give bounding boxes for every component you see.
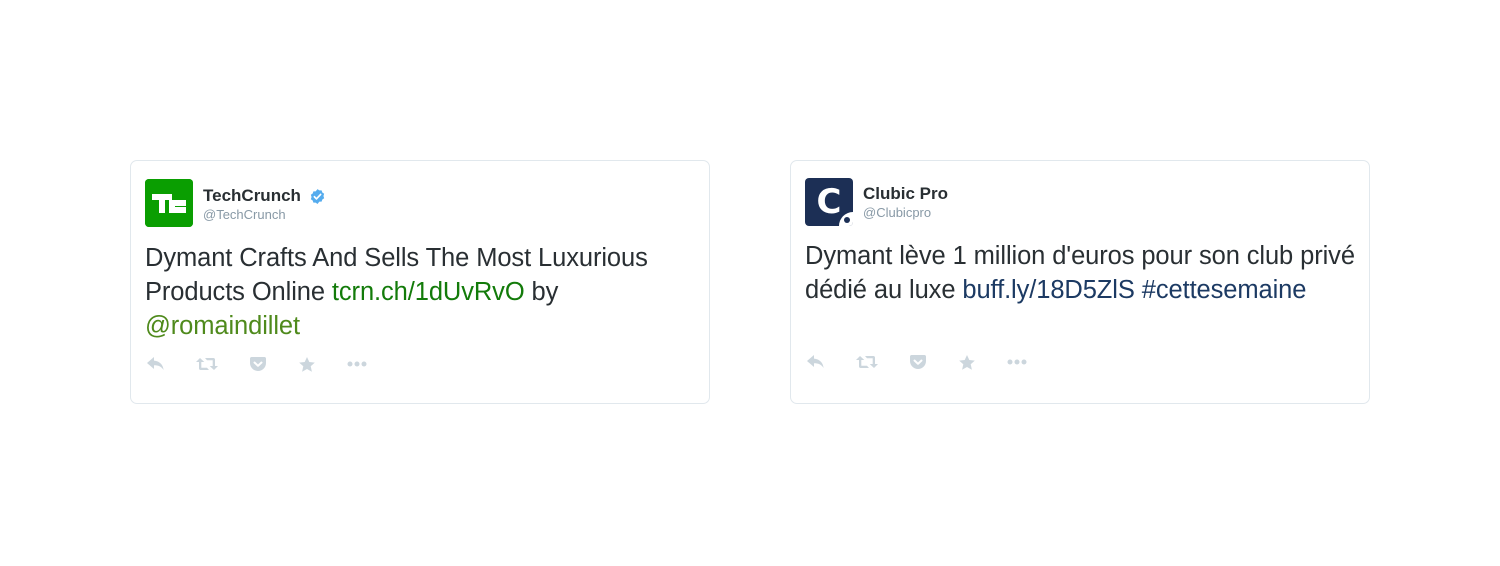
tweet-hashtag[interactable]: #cettesemaine xyxy=(1142,276,1307,304)
tweet-text: Dymant lève 1 million d'euros pour son c… xyxy=(805,239,1361,307)
favorite-button[interactable] xyxy=(296,354,318,374)
star-icon xyxy=(959,354,975,370)
pocket-icon xyxy=(910,355,926,369)
retweet-button[interactable] xyxy=(196,354,218,374)
reply-icon xyxy=(147,357,164,370)
retweet-icon xyxy=(196,358,218,370)
reply-button[interactable] xyxy=(805,352,827,372)
pocket-icon xyxy=(250,357,266,371)
more-button[interactable] xyxy=(1006,352,1028,372)
display-name[interactable]: TechCrunch xyxy=(203,186,301,206)
tweet-card-techcrunch[interactable]: TechCrunch @TechCrunch Dymant Crafts And… xyxy=(130,160,710,404)
tweet-mention[interactable]: @romaindillet xyxy=(145,312,300,340)
more-icon xyxy=(347,361,367,367)
techcrunch-logo-icon xyxy=(145,179,193,227)
favorite-button[interactable] xyxy=(956,352,978,372)
display-name[interactable]: Clubic Pro xyxy=(863,184,948,204)
tweet-link[interactable]: buff.ly/18D5ZlS xyxy=(962,276,1134,304)
techcrunch-avatar[interactable] xyxy=(145,179,193,227)
user-handle[interactable]: @Clubicpro xyxy=(863,205,948,221)
verified-badge-icon xyxy=(311,188,325,204)
tweet-text-connector xyxy=(1135,276,1142,304)
user-handle[interactable]: @TechCrunch xyxy=(203,207,326,223)
more-icon xyxy=(1007,359,1027,365)
more-button[interactable] xyxy=(346,354,368,374)
retweet-icon xyxy=(856,356,878,368)
reply-icon xyxy=(807,355,824,368)
tweet-link[interactable]: tcrn.ch/1dUvRvO xyxy=(332,278,525,306)
tweet-text-connector: by xyxy=(524,278,559,306)
retweet-button[interactable] xyxy=(856,352,878,372)
tweet-text: Dymant Crafts And Sells The Most Luxurio… xyxy=(145,241,701,343)
pocket-button[interactable] xyxy=(907,352,929,372)
tweet-card-clubic-pro[interactable]: C Clubic Pro @Clubicpro Dymant lève 1 mi… xyxy=(790,160,1370,404)
star-icon xyxy=(299,356,315,372)
pocket-button[interactable] xyxy=(247,354,269,374)
clubic-pro-avatar[interactable]: C xyxy=(805,178,853,226)
reply-button[interactable] xyxy=(145,354,167,374)
